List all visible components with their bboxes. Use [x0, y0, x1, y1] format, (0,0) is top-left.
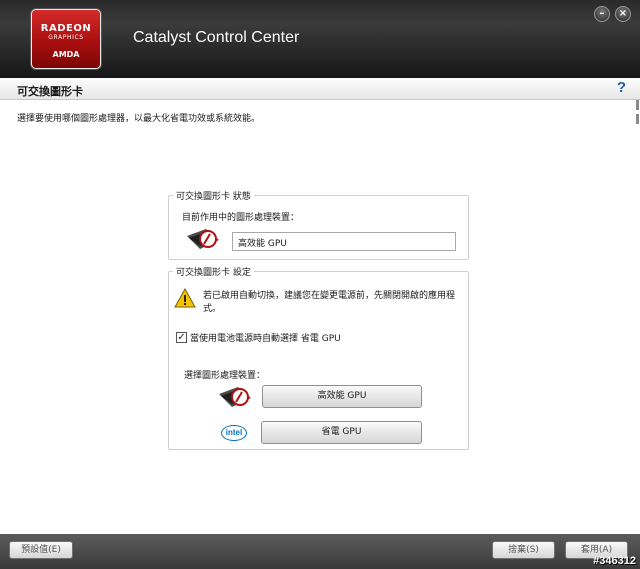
radeon-logo: RADEON GRAPHICS AMDA [31, 9, 101, 69]
app-title: Catalyst Control Center [133, 29, 300, 46]
intel-logo: intel [221, 425, 247, 441]
power-saving-gpu-button[interactable]: 省電 GPU [261, 421, 422, 444]
logo-line2: GRAPHICS [48, 34, 84, 41]
battery-auto-label[interactable]: 當使用電池電源時自動選擇 省電 GPU [190, 331, 341, 344]
close-button[interactable]: × [615, 6, 631, 22]
watermark: #346312 [593, 555, 636, 567]
current-gpu-field: 高效能 GPU [232, 232, 456, 251]
minimize-button[interactable]: – [594, 6, 610, 22]
section-title: 可交換圖形卡 [17, 85, 83, 98]
warning-icon [174, 288, 196, 308]
status-group: 可交換圖形卡 狀態 目前作用中的圖形處理裝置： 高效能 GPU [168, 189, 469, 260]
section-header: 可交換圖形卡 ? [0, 78, 640, 100]
status-group-label: 可交換圖形卡 狀態 [173, 189, 254, 202]
defaults-button[interactable]: 預設值(E) [9, 541, 73, 559]
radeon-gpu-icon [187, 229, 219, 249]
warning-text: 若已啟用自動切換，建議您在變更電源前，先關閉開啟的應用程式。 [203, 291, 456, 314]
current-gpu-label: 目前作用中的圖形處理裝置： [182, 213, 300, 223]
select-gpu-label: 選擇圖形處理裝置： [184, 371, 266, 381]
title-bar: RADEON GRAPHICS AMDA Catalyst Control Ce… [0, 0, 640, 78]
high-performance-gpu-button[interactable]: 高效能 GPU [262, 385, 422, 408]
footer-bar: 預設值(E) 捨棄(S) 套用(A) #346312 [0, 534, 640, 569]
scroll-indicator[interactable] [636, 100, 640, 130]
discard-button[interactable]: 捨棄(S) [492, 541, 555, 559]
divider [178, 358, 461, 359]
radeon-gpu-icon [219, 387, 251, 407]
section-description: 選擇要使用哪個圖形處理器，以最大化省電功效或系統效能。 [17, 114, 261, 124]
settings-group-label: 可交換圖形卡 設定 [173, 265, 254, 278]
logo-line1: RADEON [40, 23, 92, 34]
settings-group: 可交換圖形卡 設定 若已啟用自動切換，建議您在變更電源前，先關閉開啟的應用程式。… [168, 265, 469, 450]
battery-auto-checkbox[interactable]: ✓ [176, 332, 187, 343]
help-icon[interactable]: ? [617, 79, 626, 96]
logo-line3: AMDA [52, 50, 80, 59]
